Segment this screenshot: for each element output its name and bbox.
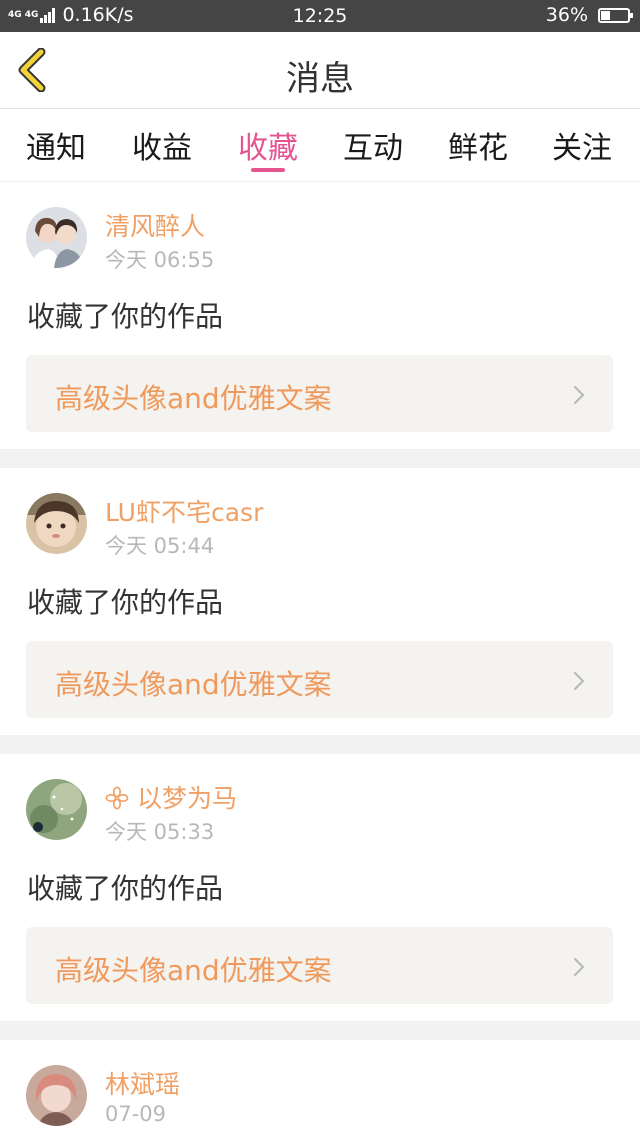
username[interactable]: 林斌瑶 — [105, 1065, 180, 1101]
username[interactable]: 清风醉人 — [105, 207, 205, 243]
battery-icon — [598, 7, 633, 23]
username[interactable]: 以梦为马 — [105, 779, 237, 815]
work-link[interactable]: 高级头像and优雅文案 — [26, 641, 613, 718]
timestamp: 今天 05:44 — [105, 534, 215, 558]
tab-flowers[interactable]: 鲜花 — [428, 123, 528, 167]
notification-card: 以梦为马 今天 05:33 收藏了你的作品 高级头像and优雅文案 — [0, 754, 640, 1021]
work-title: 高级头像and优雅文案 — [55, 668, 332, 701]
avatar[interactable] — [26, 779, 87, 840]
status-right: 36% — [545, 4, 633, 26]
work-link[interactable]: 高级头像and优雅文案 — [26, 927, 613, 1004]
work-link[interactable]: 高级头像and优雅文案 — [26, 355, 613, 432]
chevron-right-icon — [573, 957, 585, 977]
tab-follows[interactable]: 关注 — [532, 123, 632, 167]
username[interactable]: LU虾不宅casr — [105, 493, 263, 529]
tab-interactions[interactable]: 互动 — [323, 123, 423, 167]
username-text: 以梦为马 — [137, 784, 238, 813]
timestamp: 今天 06:55 — [105, 248, 215, 272]
avatar[interactable] — [26, 493, 87, 554]
chevron-right-icon — [573, 385, 585, 405]
avatar[interactable] — [26, 1065, 87, 1126]
action-text: 收藏了你的作品 — [27, 586, 224, 619]
battery-percent: 36% — [545, 4, 588, 26]
action-text: 收藏了你的作品 — [27, 300, 224, 333]
action-text: 收藏了你的作品 — [27, 872, 224, 905]
tab-earnings[interactable]: 收益 — [112, 123, 212, 167]
chevron-left-icon — [18, 47, 46, 93]
notification-card: 林斌瑶 07-09 — [0, 1040, 640, 1138]
status-bar: 4G 4G 0.16K/s 12:25 36% — [0, 0, 640, 32]
header: 消息 — [0, 32, 640, 109]
notification-card: 清风醉人 今天 06:55 收藏了你的作品 高级头像and优雅文案 — [0, 182, 640, 449]
timestamp: 07-09 — [105, 1102, 167, 1126]
work-title: 高级头像and优雅文案 — [55, 954, 332, 987]
page-title: 消息 — [286, 59, 354, 99]
tab-favorites[interactable]: 收藏 — [218, 123, 318, 167]
flower-icon — [105, 786, 129, 810]
clock: 12:25 — [292, 5, 348, 27]
timestamp: 今天 05:33 — [105, 820, 215, 844]
tab-bar: 通知 收益 收藏 互动 鲜花 关注 — [0, 109, 640, 181]
back-button[interactable] — [14, 47, 54, 93]
chevron-right-icon — [573, 671, 585, 691]
work-title: 高级头像and优雅文案 — [55, 382, 332, 415]
notification-card: LU虾不宅casr 今天 05:44 收藏了你的作品 高级头像and优雅文案 — [0, 468, 640, 735]
tab-notifications[interactable]: 通知 — [6, 123, 106, 167]
avatar[interactable] — [26, 207, 87, 268]
active-tab-indicator — [251, 168, 285, 172]
